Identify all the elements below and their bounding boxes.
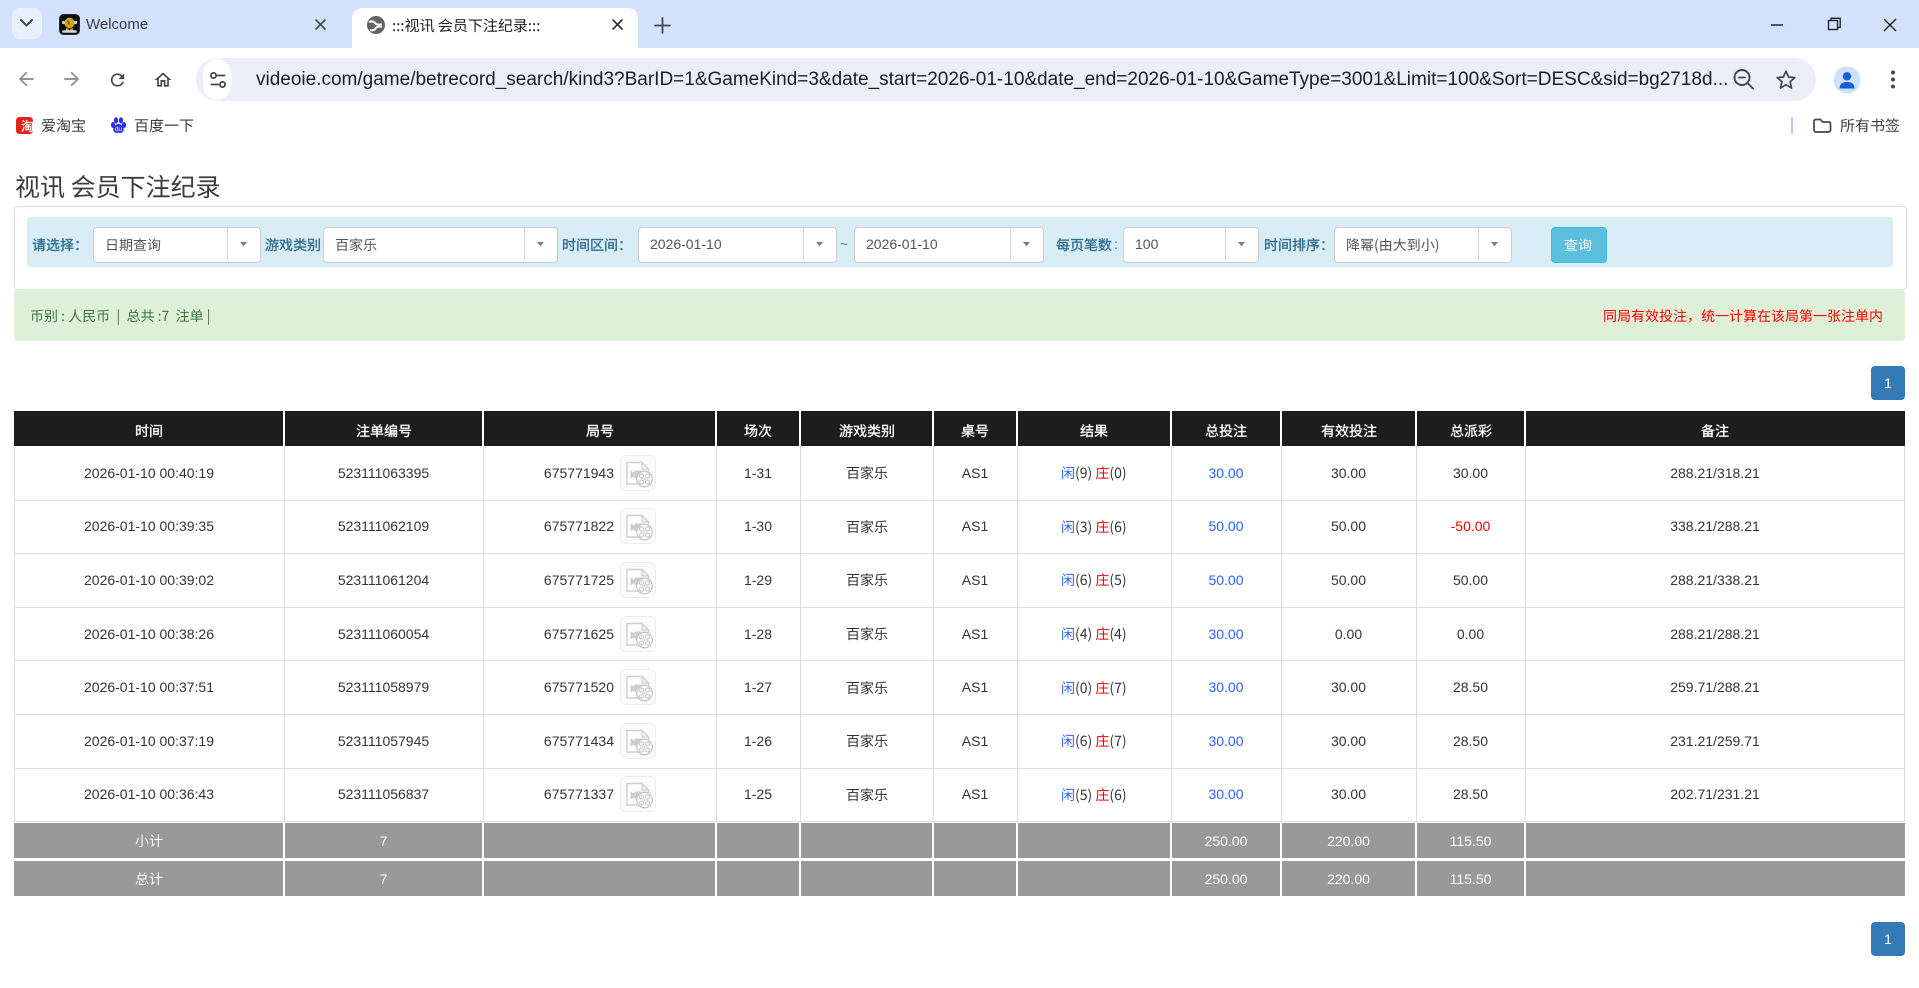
svg-text:du: du xyxy=(115,126,123,133)
